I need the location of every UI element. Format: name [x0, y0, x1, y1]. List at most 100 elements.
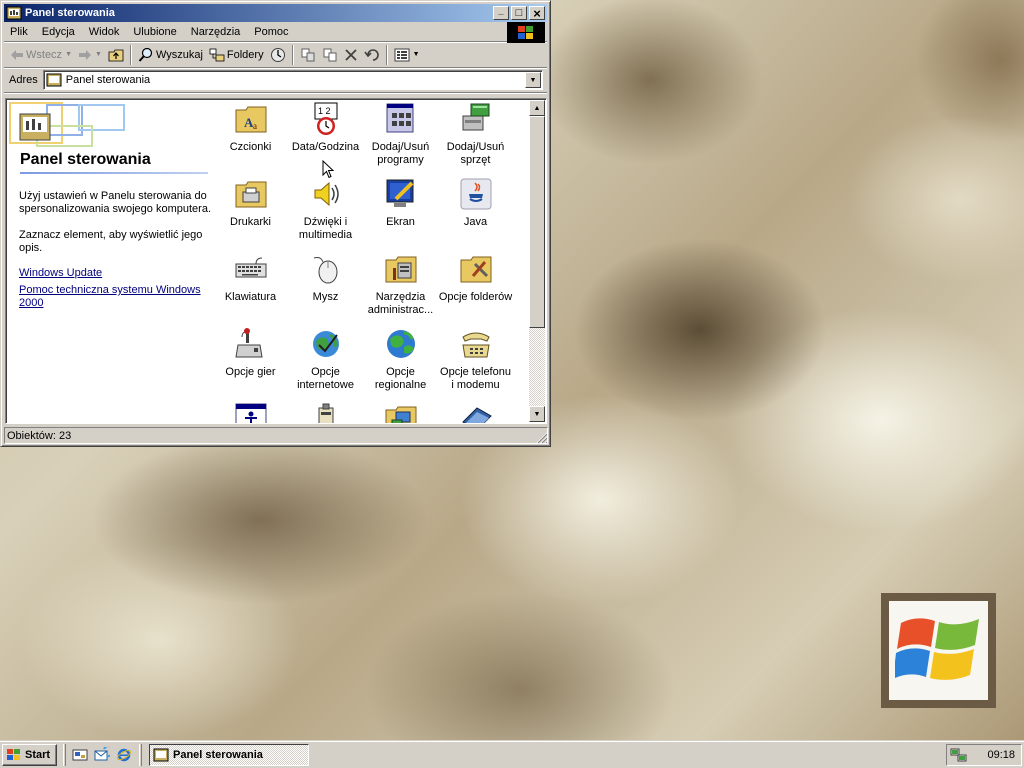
copy-to-button[interactable] [319, 44, 341, 66]
item-label: Opcje telefonu i modemu [440, 366, 511, 391]
delete-icon [344, 48, 357, 61]
undo-button[interactable] [361, 44, 383, 66]
item-label: Drukarki [230, 216, 271, 228]
control-panel-item[interactable]: Java [438, 177, 513, 229]
task-grip[interactable] [139, 743, 142, 766]
control-panel-item[interactable]: Narzędzia administrac... [363, 252, 438, 317]
control-panel-item[interactable]: Opcje folderów [438, 252, 513, 304]
menu-narzedzia[interactable]: Narzędzia [184, 26, 248, 38]
start-button[interactable]: Start [2, 743, 57, 766]
scanners-cameras-icon [461, 407, 492, 423]
close-button[interactable]: × [529, 6, 545, 20]
toolbar-separator [291, 44, 294, 65]
fonts-folder-icon: Aa [235, 106, 266, 133]
history-button[interactable] [267, 44, 289, 66]
network-folder-icon [385, 406, 416, 423]
minimize-button[interactable]: _ [493, 6, 509, 20]
control-panel-item[interactable]: Dodaj/Usuń sprzęt [438, 102, 513, 167]
control-panel-item[interactable]: Opcje gier [213, 327, 288, 379]
delete-button[interactable] [341, 44, 361, 66]
menu-widok[interactable]: Widok [82, 26, 127, 38]
add-hardware-icon [462, 103, 489, 131]
clock[interactable]: 09:18 [987, 749, 1015, 761]
folder-options-icon [460, 256, 491, 283]
game-controllers-icon [234, 328, 263, 358]
back-arrow-icon [11, 49, 23, 60]
vertical-scrollbar[interactable]: ▲ ▼ [529, 100, 545, 422]
item-label: Dodaj/Usuń sprzęt [446, 141, 505, 166]
menu-plik[interactable]: Plik [4, 26, 35, 38]
maximize-icon: □ [515, 6, 523, 19]
menu-edycja[interactable]: Edycja [35, 26, 82, 38]
item-label: Ekran [386, 216, 415, 228]
control-panel-item[interactable]: 1 2 Data/Godzina [288, 102, 363, 154]
control-panel-item[interactable]: Opcje internetowe [288, 327, 363, 392]
window-title: Panel sterowania [25, 7, 115, 19]
menu-bar: Plik Edycja Widok Ulubione Narzędzia Pom… [4, 22, 547, 43]
resize-grip[interactable] [535, 431, 548, 444]
control-panel-item[interactable] [288, 402, 363, 423]
control-panel-item[interactable] [363, 402, 438, 423]
views-button[interactable]: ▼ [391, 44, 423, 66]
quick-launch-grip[interactable] [63, 743, 66, 766]
address-field[interactable]: Panel sterowania ▼ [42, 70, 543, 90]
search-button[interactable]: Wyszukaj [135, 44, 206, 66]
mouse-cursor-icon [322, 160, 334, 179]
control-panel-item[interactable]: Mysz [288, 252, 363, 304]
java-icon [460, 178, 491, 210]
item-label: Opcje internetowe [297, 366, 354, 391]
item-label: Czcionki [229, 141, 272, 153]
show-desktop-button[interactable] [69, 744, 91, 766]
outlook-express-button[interactable] [91, 744, 113, 766]
internet-explorer-button[interactable] [113, 744, 135, 766]
add-remove-programs-icon [386, 103, 413, 133]
up-folder-button[interactable] [105, 44, 127, 66]
item-label: Opcje regionalne [374, 366, 427, 391]
scroll-down-icon: ▼ [533, 410, 541, 418]
address-value: Panel sterowania [65, 74, 151, 86]
history-icon [270, 47, 285, 62]
item-label: Opcje gier [225, 366, 276, 378]
control-panel-item[interactable] [438, 402, 513, 423]
network-tray-icon[interactable] [950, 747, 968, 763]
pane-title: Panel sterowania [20, 151, 151, 168]
status-text: Obiektów: 23 [4, 427, 548, 444]
pane-hint: Zaznacz element, aby wyświetlić jego opi… [19, 229, 203, 254]
pane-description: Użyj ustawień w Panelu sterowania do spe… [19, 190, 211, 215]
forward-button[interactable]: ▼ [75, 44, 105, 66]
scroll-up-button[interactable]: ▲ [529, 100, 545, 116]
taskbar-button-control-panel[interactable]: Panel sterowania [149, 743, 309, 766]
chevron-down-icon: ▼ [65, 51, 72, 58]
control-panel-item[interactable]: Klawiatura [213, 252, 288, 304]
windows-update-link[interactable]: Windows Update [19, 267, 209, 280]
search-icon [138, 47, 153, 62]
control-panel-item[interactable]: Opcje regionalne [363, 327, 438, 392]
date-time-icon: 1 2 [314, 102, 337, 135]
menu-pomoc[interactable]: Pomoc [247, 26, 295, 38]
back-button[interactable]: Wstecz ▼ [7, 44, 75, 66]
internet-options-icon [312, 331, 339, 357]
maximize-button[interactable]: □ [511, 6, 527, 20]
title-bar[interactable]: Panel sterowania _ □ × [4, 4, 547, 22]
item-label: Data/Godzina [291, 141, 360, 153]
move-to-button[interactable] [297, 44, 319, 66]
folders-button[interactable]: Foldery [206, 44, 267, 66]
control-panel-item[interactable]: Dodaj/Usuń programy [363, 102, 438, 167]
up-folder-icon [108, 49, 124, 61]
address-dropdown-button[interactable]: ▼ [525, 72, 541, 88]
control-panel-item[interactable]: Drukarki [213, 177, 288, 229]
menu-ulubione[interactable]: Ulubione [126, 26, 183, 38]
control-panel-item[interactable]: Opcje telefonu i modemu [438, 327, 513, 392]
standard-toolbar: Wstecz ▼ ▼ Wyszukaj Foldery ▼ [4, 42, 547, 68]
windows-throbber [507, 22, 545, 43]
scroll-thumb[interactable] [529, 116, 545, 328]
control-panel-item[interactable]: Aa Czcionki [213, 102, 288, 154]
control-panel-item[interactable] [213, 402, 288, 423]
windows-support-link[interactable]: Pomoc techniczna systemu Windows 2000 [19, 284, 204, 310]
control-panel-small-icon [46, 73, 62, 87]
control-panel-item[interactable]: Dźwięki i multimedia [288, 177, 363, 242]
item-label: Dodaj/Usuń programy [371, 141, 430, 166]
undo-icon [363, 48, 379, 61]
scroll-down-button[interactable]: ▼ [529, 406, 545, 422]
control-panel-item[interactable]: Ekran [363, 177, 438, 229]
